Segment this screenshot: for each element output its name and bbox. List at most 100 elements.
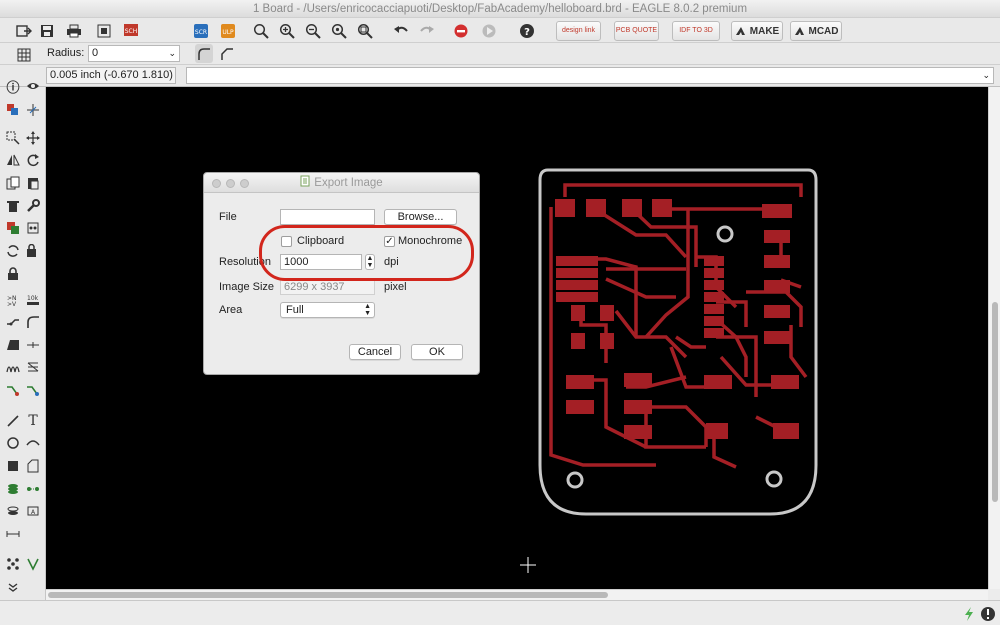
pcb-quote-label: PCB QUOTE [615,27,658,34]
script-icon[interactable]: SCR [192,21,210,40]
bend-round-icon[interactable] [195,44,213,63]
area-select[interactable]: Full ▲ ▼ [280,302,375,318]
clipboard-checkbox[interactable] [281,236,292,247]
replace-icon[interactable] [4,219,22,237]
miter-icon[interactable] [24,313,42,331]
redo-icon[interactable] [418,21,436,40]
dialog-title: Export Image [314,177,383,189]
group-rotate-icon[interactable] [4,242,22,260]
cam-icon[interactable] [95,21,113,40]
optimize-icon[interactable] [4,336,22,354]
minimize-light-icon[interactable] [226,179,235,188]
document-icon [300,175,310,187]
save-icon[interactable] [38,21,56,40]
board-canvas[interactable] [46,87,988,589]
chevron-down-icon: ⌄ [168,48,176,58]
horizontal-scrollbar[interactable] [46,589,988,600]
ratsnest-icon[interactable] [4,555,22,573]
signal-icon[interactable] [24,480,42,498]
bend-straight-icon[interactable] [218,44,236,63]
lock-select-icon[interactable] [24,242,42,260]
autorouter-icon[interactable] [24,555,42,573]
zoom-out-icon[interactable] [304,21,322,40]
mirror-icon[interactable] [4,151,22,169]
browse-button-label: Browse... [397,211,444,223]
zoom-light-icon[interactable] [240,179,249,188]
radius-label: Radius: [47,47,85,59]
value-icon[interactable]: 10k [24,291,42,309]
undo-icon[interactable] [392,21,410,40]
info-icon[interactable]: ⓘ [4,77,22,95]
vertical-scrollbar[interactable] [988,87,1000,589]
coordinate-display: 0.005 inch (-0.670 1.810) [46,67,176,84]
polygon-icon[interactable] [24,457,42,475]
smash-icon[interactable]: >N >V [4,291,22,309]
delete-icon[interactable] [4,197,22,215]
lock-icon[interactable] [4,265,22,283]
design-link-label: design link [561,27,596,34]
rotate-icon[interactable] [24,151,42,169]
schematic-switch-icon[interactable]: SCH [120,21,142,40]
resolution-stepper[interactable]: ▲ ▼ [365,254,375,270]
file-input[interactable] [280,209,375,225]
pcb-quote-button[interactable]: PCB QUOTE [614,21,659,41]
zoom-in-icon[interactable] [278,21,296,40]
mcad-button[interactable]: MCAD [790,21,842,41]
hole-icon[interactable] [4,502,22,520]
display-layers-icon[interactable] [4,101,22,119]
copy-icon[interactable] [4,174,22,192]
mark-icon[interactable] [24,101,42,119]
expand-chevron-icon[interactable] [4,579,22,597]
route-multiple-icon[interactable] [4,358,22,376]
via-icon[interactable] [4,480,22,498]
stop-icon[interactable] [452,21,470,40]
rect-icon[interactable] [4,457,22,475]
go-icon[interactable] [480,21,498,40]
warning-icon[interactable] [980,604,996,623]
ripup-icon[interactable] [24,381,42,399]
cancel-button[interactable]: Cancel [349,344,401,360]
paste-icon[interactable] [24,174,42,192]
move-select-icon[interactable] [4,129,22,147]
resolution-label: Resolution [219,256,271,268]
idf-to-3d-button[interactable]: IDF TO 3D [672,21,720,41]
dimension-icon[interactable] [4,525,22,543]
circle-icon[interactable] [4,434,22,452]
line-icon[interactable] [4,412,22,430]
zoom-select-icon[interactable] [356,21,374,40]
browse-button[interactable]: Browse... [384,209,457,225]
move-icon[interactable] [24,129,42,147]
svg-text:SCR: SCR [195,29,207,36]
design-link-button[interactable]: design link [556,21,601,41]
lightning-icon[interactable] [962,604,976,623]
split-icon[interactable] [4,313,22,331]
tool-palette: ⓘ >N >V 10k T A [0,80,46,600]
command-input[interactable]: ⌄ [186,67,994,84]
meander-icon[interactable] [24,336,42,354]
fanout-icon[interactable] [24,358,42,376]
route-icon[interactable] [4,381,22,399]
pinswap-icon[interactable] [24,219,42,237]
print-icon[interactable] [64,21,84,40]
help-icon[interactable]: ? [518,21,536,40]
horizontal-scroll-thumb[interactable] [48,592,608,598]
grid-icon[interactable] [14,45,34,64]
arc-icon[interactable] [24,434,42,452]
mcad-label: MCAD [808,25,839,37]
eagle-window: 1 Board - /Users/enricocacciapuoti/Deskt… [0,0,1000,625]
ulp-icon[interactable]: ULP [218,21,240,40]
monochrome-checkbox[interactable]: ✓ [384,236,395,247]
close-light-icon[interactable] [212,179,221,188]
open-icon[interactable] [14,21,36,40]
change-wrench-icon[interactable] [24,197,42,215]
radius-select[interactable]: 0 ⌄ [88,45,180,62]
ok-button[interactable]: OK [411,344,463,360]
attribute-icon[interactable]: A [24,502,42,520]
zoom-redraw-icon[interactable] [330,21,348,40]
resolution-input[interactable]: 1000 [280,254,362,270]
show-eye-icon[interactable] [24,77,42,95]
zoom-fit-icon[interactable] [252,21,270,40]
text-icon[interactable]: T [24,412,42,430]
vertical-scroll-thumb[interactable] [992,302,998,502]
make-button[interactable]: MAKE [731,21,783,41]
